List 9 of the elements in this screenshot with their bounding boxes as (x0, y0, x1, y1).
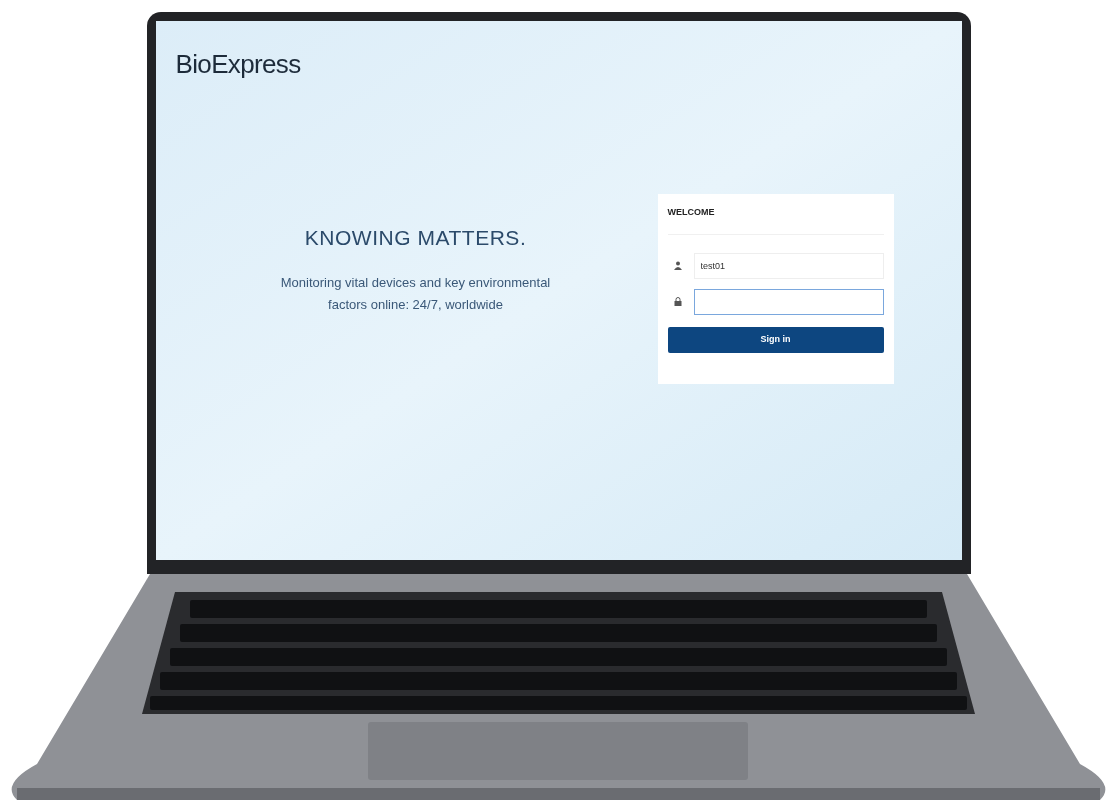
sign-in-button[interactable]: Sign in (667, 326, 884, 353)
password-field[interactable] (693, 288, 884, 315)
username-field[interactable]: test01 (693, 252, 884, 279)
tagline: Monitoring vital devices and key environmental factors online: 24/7, worldwide (279, 273, 552, 314)
user-icon (673, 261, 682, 270)
lock-icon (673, 297, 682, 306)
login-title: WELCOME (667, 206, 715, 219)
headline: KNOWING MATTERS. (304, 225, 527, 251)
logo: BioExpress (175, 48, 301, 81)
